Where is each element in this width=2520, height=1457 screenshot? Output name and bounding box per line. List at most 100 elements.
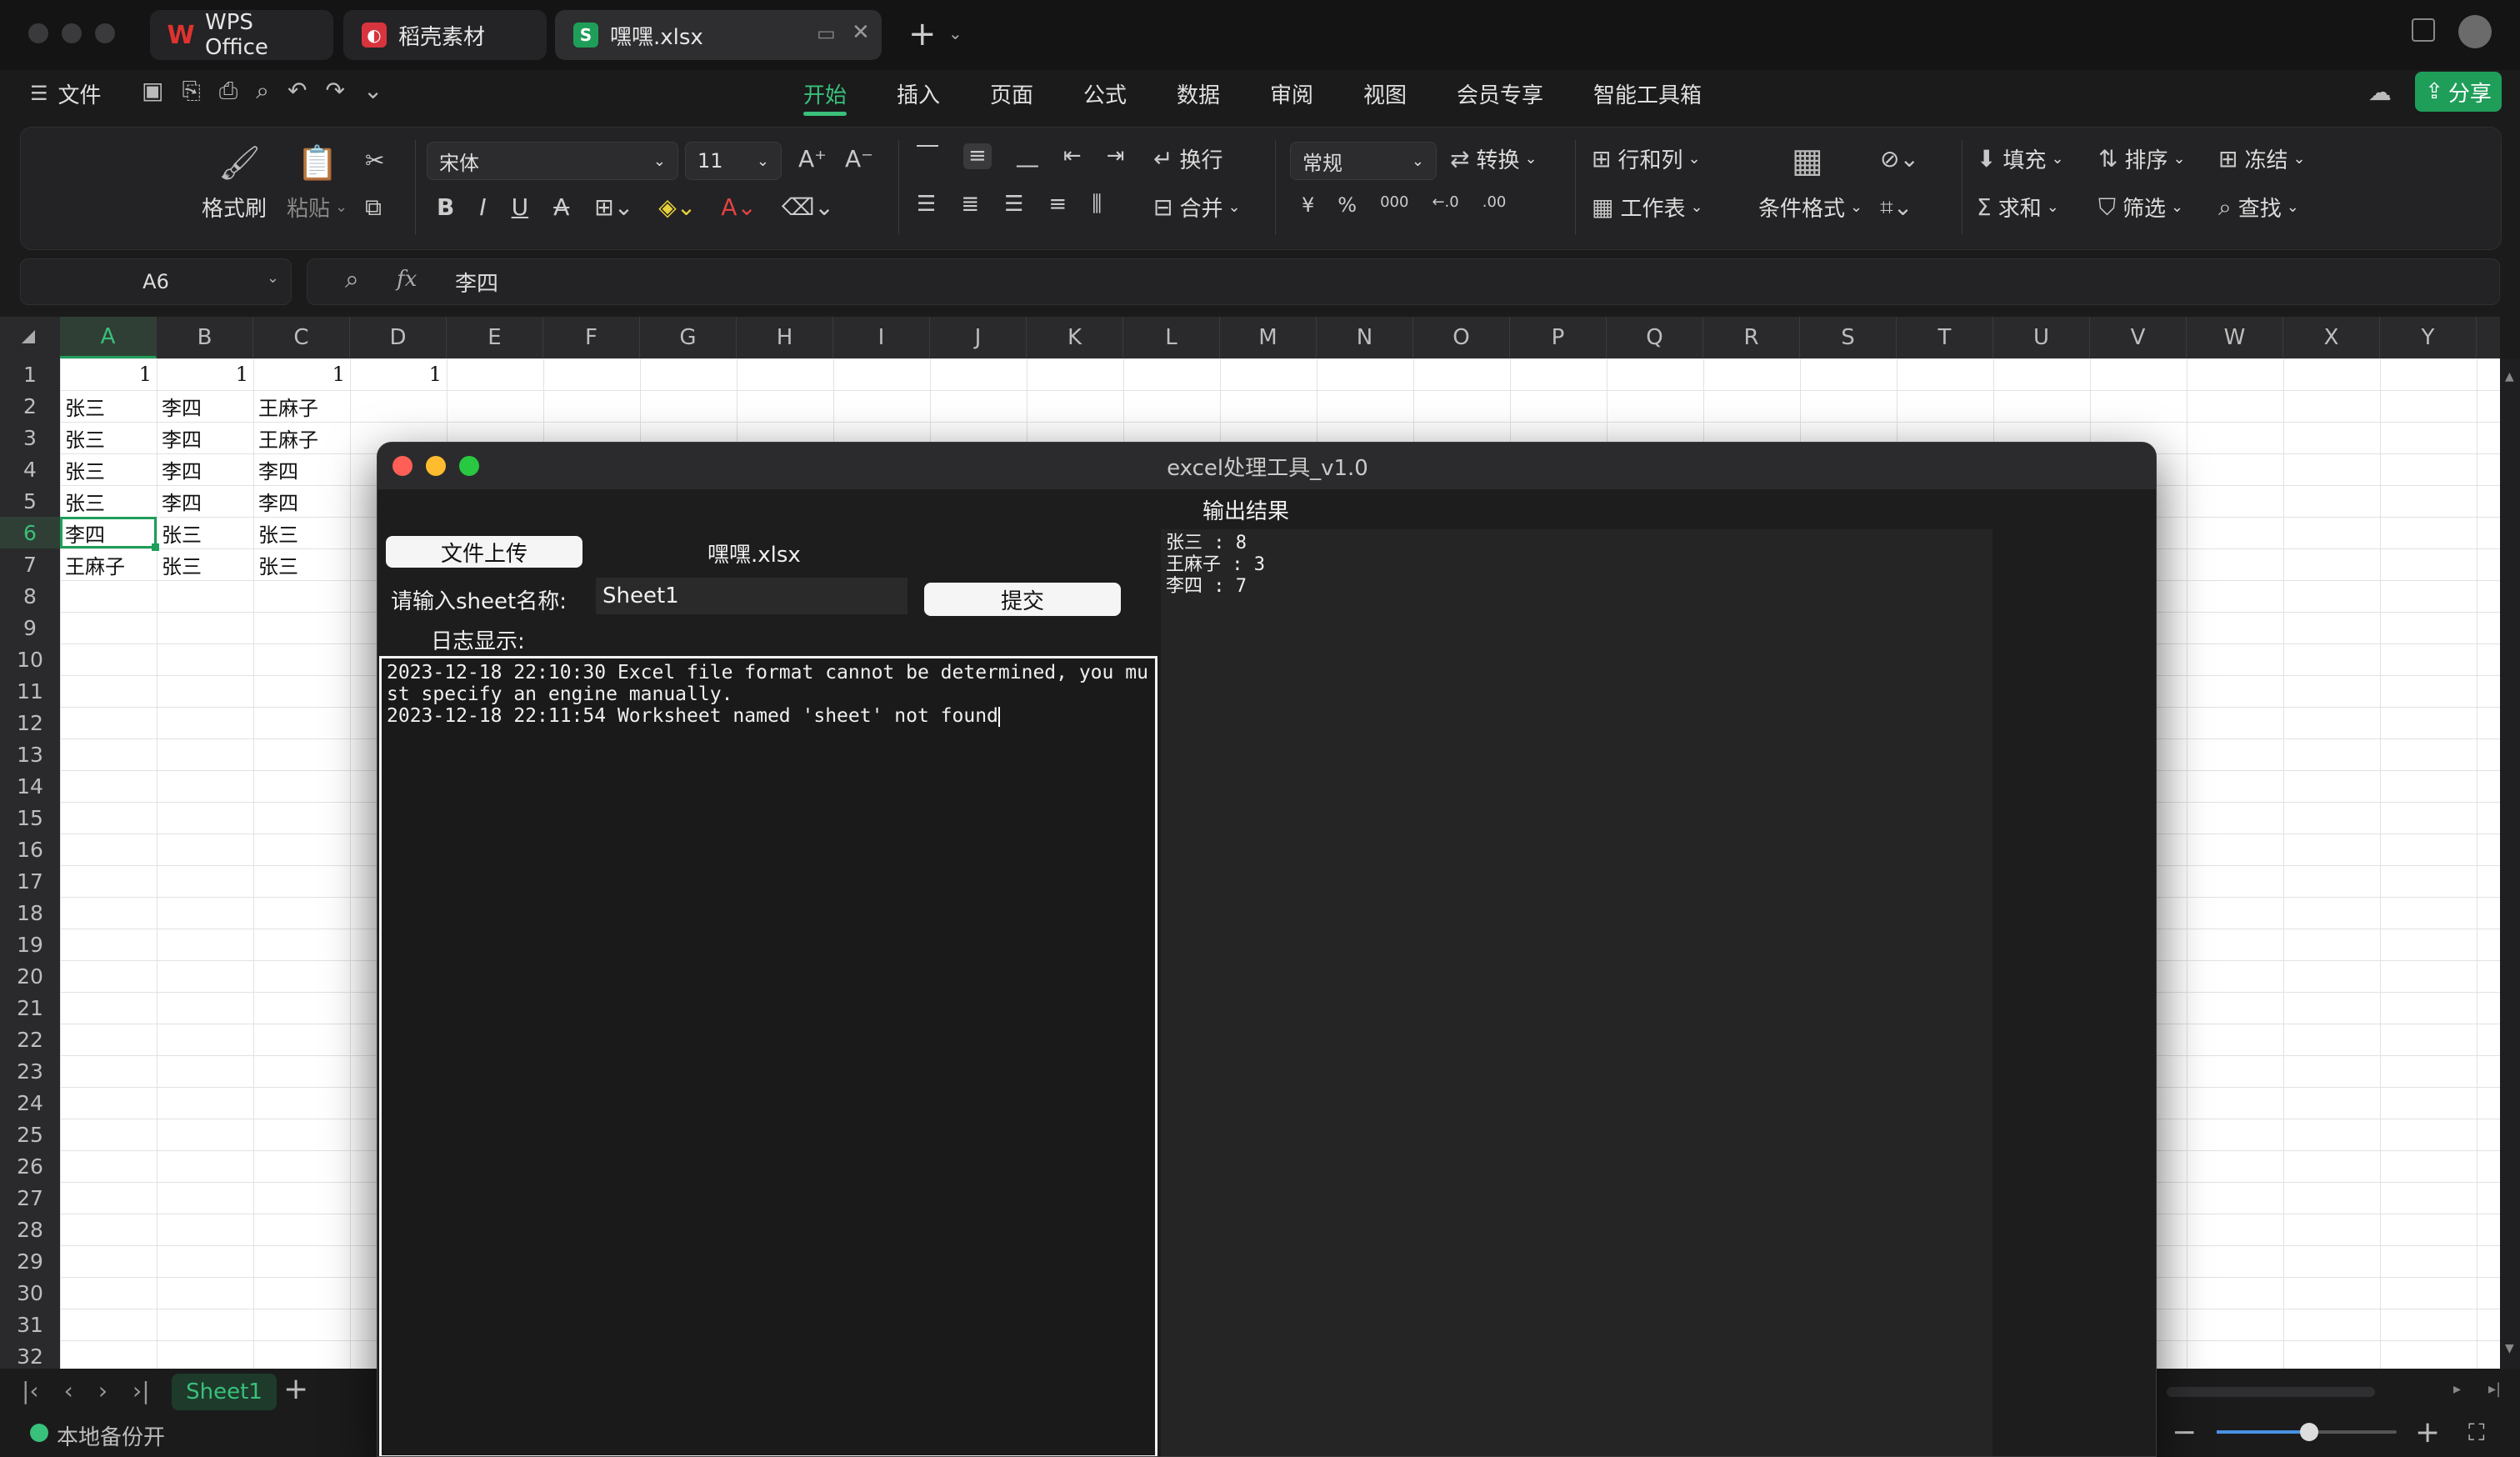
more-chevron-icon[interactable]: ⌄ <box>363 77 382 105</box>
column-header[interactable]: N <box>1317 317 1413 358</box>
row-header[interactable]: 32 <box>0 1340 60 1372</box>
new-tab-icon[interactable]: + <box>908 15 937 53</box>
chevron-down-icon[interactable]: ⌄ <box>948 23 962 43</box>
log-textarea[interactable]: 2023-12-18 22:10:30 Excel file format ca… <box>379 656 1158 1456</box>
fx-icon[interactable]: fx <box>397 267 417 292</box>
tab-page[interactable]: 页面 <box>990 77 1033 110</box>
conditional-format-button[interactable]: 条件格式 ⌄ <box>1758 192 1862 223</box>
first-sheet-icon[interactable]: |‹ <box>22 1377 39 1404</box>
scroll-down-icon[interactable]: ▼ <box>2505 1342 2514 1355</box>
row-header[interactable]: 3 <box>0 422 60 453</box>
table-cell[interactable]: 张三 <box>157 548 253 580</box>
fill-color-icon[interactable]: ◈⌄ <box>658 193 696 221</box>
tab-smart-tools[interactable]: 智能工具箱 <box>1593 77 1702 110</box>
column-header[interactable]: B <box>157 317 253 358</box>
name-box[interactable]: A6 ⌄ <box>20 258 292 305</box>
align-right-icon[interactable]: ☰ <box>1004 192 1023 218</box>
thousands-separator-icon[interactable]: 000 <box>1380 193 1408 217</box>
sheet-name-input[interactable]: Sheet1 <box>596 578 908 614</box>
avatar[interactable] <box>2458 15 2492 48</box>
table-cell[interactable]: 王麻子 <box>253 390 350 422</box>
italic-icon[interactable]: I <box>479 193 486 221</box>
justify-icon[interactable]: ≡ <box>1048 192 1067 218</box>
add-sheet-icon[interactable]: + <box>283 1372 308 1406</box>
row-header[interactable]: 11 <box>0 675 60 707</box>
sidebar-toggle-icon[interactable] <box>2412 18 2435 42</box>
bold-icon[interactable]: B <box>437 193 454 221</box>
fill-button[interactable]: ⬇ 填充 ⌄ <box>1977 143 2064 174</box>
font-color-icon[interactable]: A⌄ <box>721 193 757 221</box>
row-header[interactable]: 5 <box>0 485 60 517</box>
column-header[interactable]: G <box>640 317 737 358</box>
cloud-icon[interactable]: ☁ <box>2368 78 2392 106</box>
window-zoom-button[interactable] <box>95 23 115 43</box>
scroll-right-icon[interactable]: ▸ <box>2453 1380 2461 1398</box>
tab-member[interactable]: 会员专享 <box>1457 77 1543 110</box>
wrap-text-button[interactable]: ↵ 换行 <box>1153 143 1222 174</box>
table-cell[interactable]: 张三 <box>60 485 157 517</box>
number-format-select[interactable]: 常规 ⌄ <box>1290 142 1437 180</box>
find-button[interactable]: ⌕ 查找 ⌄ <box>2218 192 2299 223</box>
column-header[interactable]: C <box>253 317 350 358</box>
align-left-icon[interactable]: ☰ <box>917 192 936 218</box>
column-header[interactable]: R <box>1703 317 1800 358</box>
table-cell[interactable]: 1 <box>157 358 253 390</box>
table-cell[interactable]: 张三 <box>253 517 350 548</box>
column-header[interactable]: U <box>1993 317 2090 358</box>
column-header[interactable]: X <box>2283 317 2380 358</box>
dialog-title-bar[interactable]: excel处理工具_v1.0 <box>378 443 2156 489</box>
save-icon[interactable]: ▣ <box>142 77 163 105</box>
column-header[interactable]: Y <box>2380 317 2477 358</box>
row-header[interactable]: 10 <box>0 643 60 675</box>
formula-value[interactable]: 李四 <box>455 267 498 298</box>
column-header[interactable]: F <box>543 317 640 358</box>
borders-icon[interactable]: ⊞⌄ <box>594 193 633 221</box>
decrease-font-icon[interactable]: A⁻ <box>845 145 873 173</box>
backup-status[interactable]: 本地备份开 <box>57 1420 165 1451</box>
row-header[interactable]: 18 <box>0 897 60 929</box>
table-cell[interactable]: 李四 <box>253 453 350 485</box>
row-header[interactable]: 24 <box>0 1087 60 1119</box>
row-header[interactable]: 30 <box>0 1277 60 1309</box>
column-header[interactable]: A <box>60 317 157 358</box>
column-header[interactable]: T <box>1897 317 1993 358</box>
submit-button[interactable]: 提交 <box>924 583 1121 616</box>
currency-icon[interactable]: ¥ <box>1302 193 1314 217</box>
column-header[interactable]: Q <box>1607 317 1703 358</box>
row-header[interactable]: 23 <box>0 1055 60 1087</box>
zoom-search-icon[interactable]: ⌕ <box>345 265 359 294</box>
tab-docer[interactable]: ◐ 稻壳素材 <box>343 10 547 60</box>
sum-button[interactable]: Σ 求和 ⌄ <box>1977 192 2059 223</box>
column-header[interactable]: M <box>1220 317 1317 358</box>
table-cell[interactable]: 王麻子 <box>60 548 157 580</box>
prev-sheet-icon[interactable]: ‹ <box>64 1377 73 1404</box>
percent-icon[interactable]: % <box>1338 193 1357 217</box>
table-cell[interactable]: 张三 <box>253 548 350 580</box>
share-button[interactable]: ⇪ 分享 <box>2415 72 2502 112</box>
select-all-corner[interactable] <box>22 330 35 343</box>
tab-spreadsheet[interactable]: S 嘿嘿.xlsx ▭ ✕ <box>555 10 882 60</box>
upload-file-button[interactable]: 文件上传 <box>386 536 582 568</box>
export-icon[interactable]: ⎘ <box>182 77 200 105</box>
tab-data[interactable]: 数据 <box>1177 77 1220 110</box>
filter-button[interactable]: ⛉ 筛选 ⌄ <box>2098 192 2183 223</box>
print-preview-icon[interactable]: ⌕ <box>256 77 269 105</box>
table-cell[interactable]: 李四 <box>253 485 350 517</box>
increase-indent-icon[interactable]: ⇥ <box>1107 143 1125 169</box>
zoom-slider[interactable] <box>2217 1423 2397 1441</box>
table-cell[interactable]: 张三 <box>60 390 157 422</box>
tab-home[interactable]: 开始 <box>803 77 847 110</box>
cell-style-icon[interactable]: ⊘⌄ <box>1880 145 1919 173</box>
row-header[interactable]: 8 <box>0 580 60 612</box>
column-header[interactable]: S <box>1800 317 1897 358</box>
column-header[interactable]: H <box>737 317 833 358</box>
zoom-slider-thumb[interactable] <box>2300 1423 2318 1441</box>
sort-button[interactable]: ⇅ 排序 ⌄ <box>2098 143 2186 174</box>
scroll-up-icon[interactable]: ▲ <box>2505 370 2514 383</box>
rows-columns-button[interactable]: ⊞ 行和列 ⌄ <box>1592 143 1701 174</box>
row-header[interactable]: 25 <box>0 1119 60 1150</box>
window-close-button[interactable] <box>28 23 48 43</box>
worksheet-button[interactable]: ▦ 工作表 ⌄ <box>1592 192 1703 223</box>
cut-icon[interactable]: ✂ <box>365 147 384 174</box>
row-header[interactable]: 28 <box>0 1214 60 1245</box>
